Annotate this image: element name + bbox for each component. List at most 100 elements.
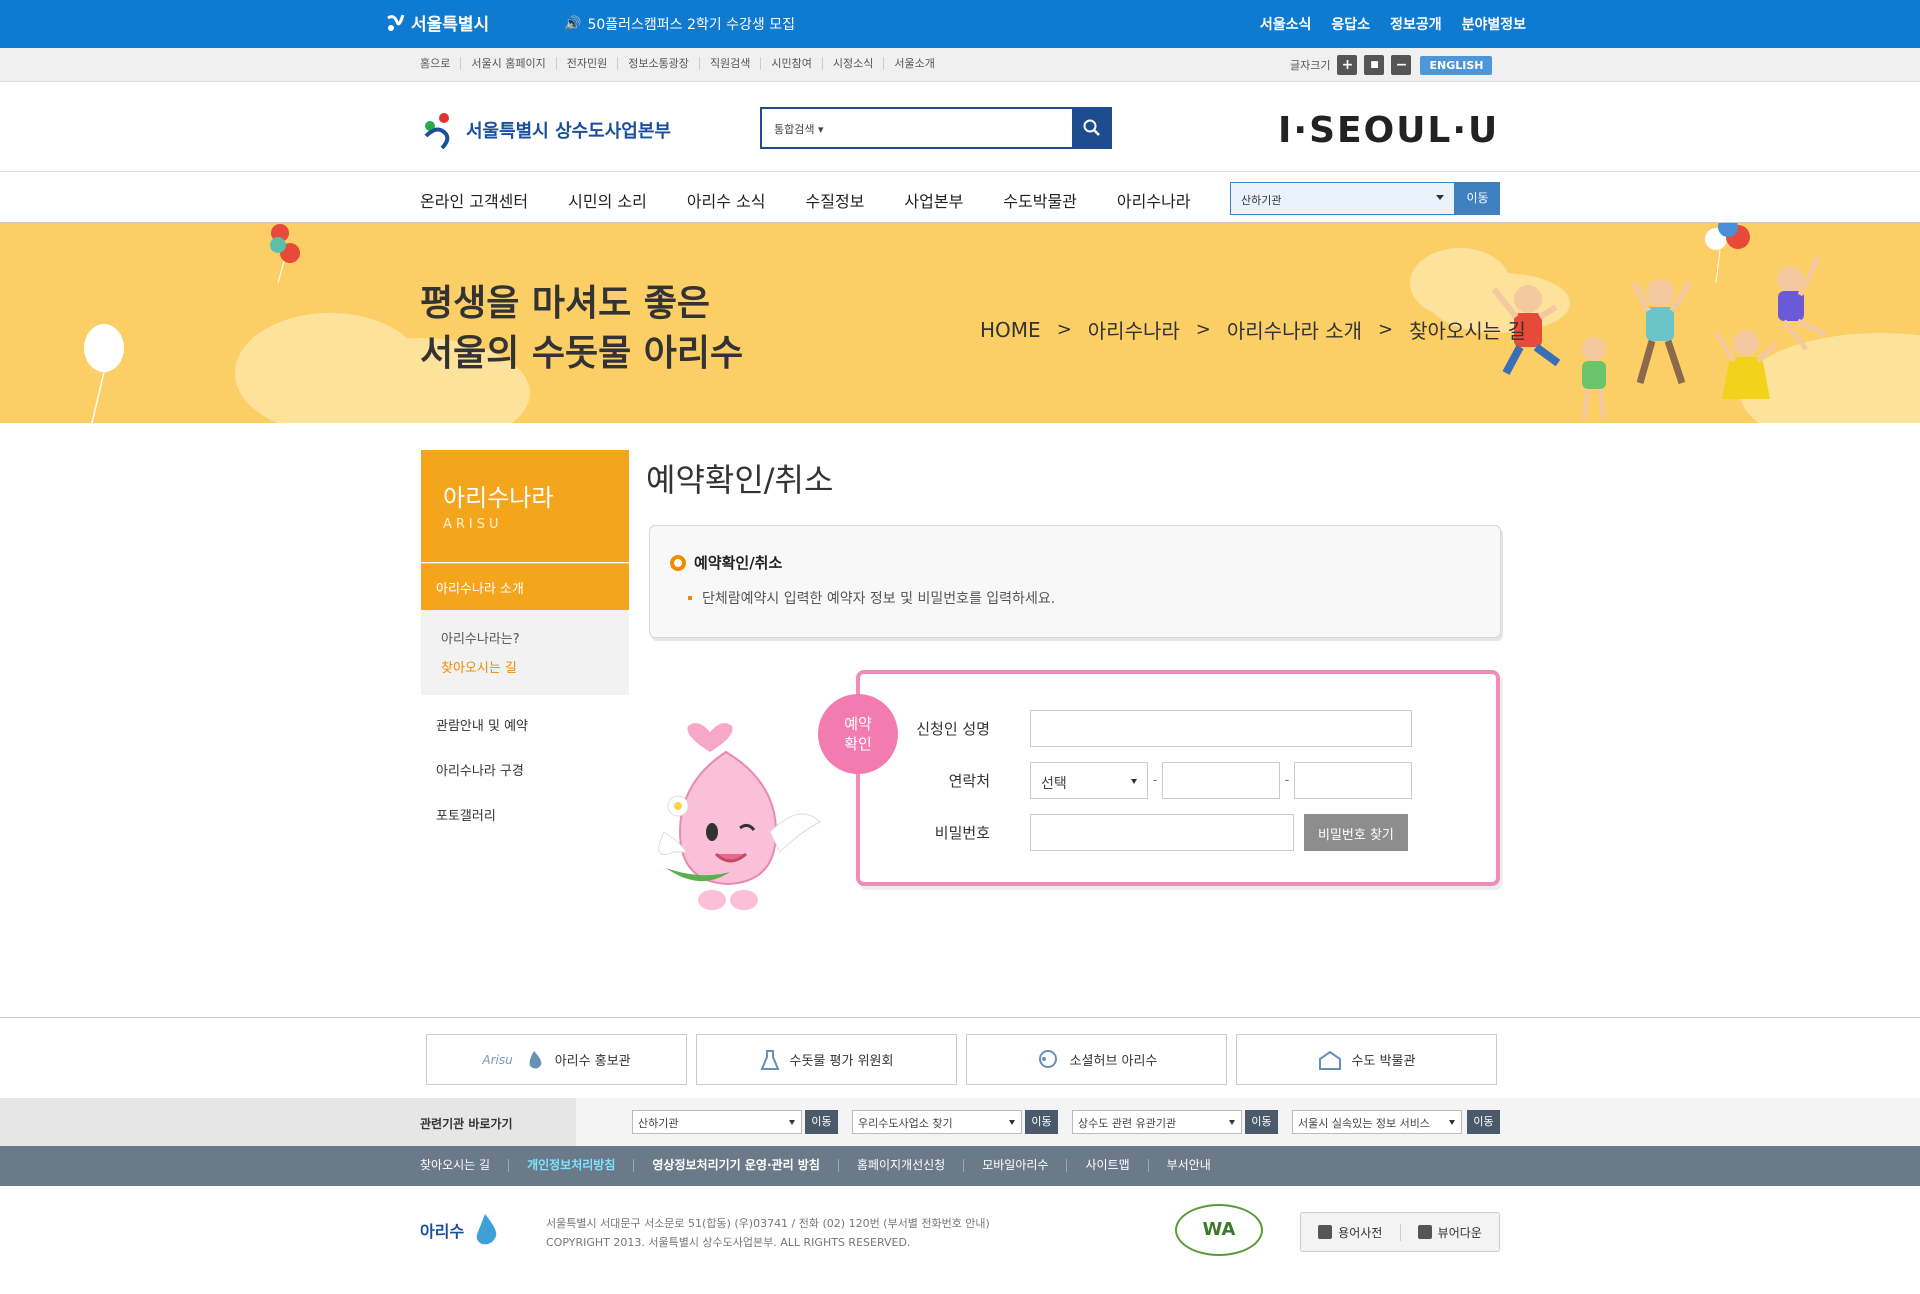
footer-link-sitemap[interactable]: 사이트맵 xyxy=(1066,1159,1147,1172)
footer-link-directions[interactable]: 찾아오시는 길 xyxy=(420,1159,508,1172)
related-go-button[interactable]: 이동 xyxy=(1245,1110,1278,1134)
related-select-agencies[interactable]: 상수도 관련 유관기관 xyxy=(1072,1110,1242,1134)
gnb-item-customer-center[interactable]: 온라인 고객센터 xyxy=(420,188,528,212)
util-link-staff[interactable]: 직원검색 xyxy=(698,57,760,70)
jumping-kid-5 xyxy=(1777,255,1828,351)
footer-banners: Arisu 아리수 홍보관 수돗물 평가 위원회 소셜허브 아리수 수도 박물관 xyxy=(0,1017,1920,1098)
site-title: 서울특별시 상수도사업본부 xyxy=(466,121,671,142)
related-bar-divider xyxy=(540,1098,576,1146)
phone-prefix-select[interactable]: 선택 xyxy=(1030,762,1148,799)
english-button[interactable]: ENGLISH xyxy=(1420,55,1493,75)
util-link-news[interactable]: 시정소식 xyxy=(821,57,883,70)
phone-prefix-value: 선택 xyxy=(1041,776,1067,792)
font-increase-button[interactable]: + xyxy=(1337,55,1358,75)
footer-link-departments[interactable]: 부서안내 xyxy=(1147,1159,1229,1172)
gnb-item-water-quality[interactable]: 수질정보 xyxy=(806,188,865,212)
banner-slogan: 평생을 마셔도 좋은 서울의 수돗물 아리수 xyxy=(420,279,743,379)
banner-arisu-hall[interactable]: Arisu 아리수 홍보관 xyxy=(426,1034,687,1085)
gnb-item-arisu-land[interactable]: 아리수나라 xyxy=(1117,188,1191,212)
top-link-response[interactable]: 응답소 xyxy=(1331,14,1370,34)
top-link-field[interactable]: 분야별정보 xyxy=(1462,14,1526,34)
viewer-download-label: 뷰어다운 xyxy=(1437,1225,1482,1240)
footer-link-cctv[interactable]: 영상정보처리기기 운영·관리 방침 xyxy=(633,1159,837,1172)
affiliate-select[interactable]: 산하기관 xyxy=(1230,182,1455,215)
search-scope-select[interactable]: 통합검색 ▾ xyxy=(762,109,850,147)
related-select-affiliates[interactable]: 산하기관 xyxy=(632,1110,802,1134)
i-seoul-u-logo[interactable]: I·SEOUL·U xyxy=(1278,110,1499,151)
applicant-name-input[interactable] xyxy=(1030,710,1412,747)
glossary-label: 용어사전 xyxy=(1338,1225,1383,1240)
phone-label: 연락처 xyxy=(948,772,990,790)
site-header: 서울특별시 상수도사업본부 통합검색 ▾ I·SEOUL·U xyxy=(0,82,1920,172)
gnb-item-citizen-voice[interactable]: 시민의 소리 xyxy=(568,188,647,212)
footer-link-privacy[interactable]: 개인정보처리방침 xyxy=(508,1159,633,1172)
related-go-button[interactable]: 이동 xyxy=(1025,1110,1058,1134)
search-input[interactable] xyxy=(850,109,1072,147)
chevron-right-icon: > xyxy=(1056,319,1072,340)
find-password-button[interactable]: 비밀번호 찾기 xyxy=(1304,814,1408,851)
banner-illustration xyxy=(84,223,1920,423)
breadcrumb-intro[interactable]: 아리수나라 소개 xyxy=(1227,315,1362,344)
util-link-about[interactable]: 서울소개 xyxy=(883,57,944,70)
top-link-news[interactable]: 서울소식 xyxy=(1260,14,1312,34)
phone-dash: - xyxy=(1284,773,1290,788)
notice-text: 50플러스캠퍼스 2학기 수강생 모집 xyxy=(587,17,795,33)
footer-tools: 용어사전 뷰어다운 xyxy=(1300,1212,1500,1252)
seoul-city-logo-text: 서울특별시 xyxy=(411,15,490,35)
related-go-button[interactable]: 이동 xyxy=(1467,1110,1500,1134)
side-nav-item-guide[interactable]: 관람안내 및 예약 xyxy=(421,695,629,740)
book-icon xyxy=(1318,1225,1333,1239)
top-bar: 서울특별시 🔊 50플러스캠퍼스 2학기 수강생 모집 서울소식 응답소 정보공… xyxy=(0,0,1920,48)
banner-museum[interactable]: 수도 박물관 xyxy=(1236,1034,1497,1085)
notice-ticker[interactable]: 🔊 50플러스캠퍼스 2학기 수강생 모집 xyxy=(564,14,795,34)
related-go-button[interactable]: 이동 xyxy=(805,1110,838,1134)
water-drop-icon xyxy=(529,1050,542,1069)
top-link-info[interactable]: 정보공개 xyxy=(1390,14,1442,34)
glossary-button[interactable]: 용어사전 xyxy=(1301,1224,1400,1241)
util-link-seoul[interactable]: 서울시 홈페이지 xyxy=(460,57,555,70)
phone-middle-input[interactable] xyxy=(1162,762,1280,799)
reservation-check-form: 신청인 성명 연락처 선택 - - 비밀번호 비밀번호 찾기 xyxy=(856,670,1500,886)
font-reset-button[interactable]: ■ xyxy=(1364,55,1385,75)
side-nav-sub-directions[interactable]: 찾아오시는 길 xyxy=(441,657,629,676)
affiliate-go-button[interactable]: 이동 xyxy=(1455,182,1500,215)
seoul-city-logo[interactable]: 서울특별시 xyxy=(385,10,489,35)
web-accessibility-mark: WA xyxy=(1175,1204,1263,1256)
viewer-download-button[interactable]: 뷰어다운 xyxy=(1399,1223,1500,1241)
banner-social-hub[interactable]: 소셜허브 아리수 xyxy=(966,1034,1227,1085)
dropdown-arrow-icon xyxy=(1449,1120,1455,1125)
side-nav-item-intro[interactable]: 아리수나라 소개 xyxy=(421,563,629,610)
gnb-item-arisu-news[interactable]: 아리수 소식 xyxy=(687,188,766,212)
side-nav-sub-about[interactable]: 아리수나라는? xyxy=(441,628,629,647)
side-nav-item-gallery[interactable]: 포토갤러리 xyxy=(421,785,629,830)
chat-bubble-icon xyxy=(1038,1049,1057,1068)
footer-links-bar: 찾아오시는 길 개인정보처리방침 영상정보처리기기 운영·관리 방침 홈페이지개… xyxy=(0,1146,1920,1186)
waterworks-logo-icon xyxy=(424,113,450,150)
search-button[interactable] xyxy=(1072,108,1112,148)
gnb-item-headquarters[interactable]: 사업본부 xyxy=(904,188,963,212)
breadcrumb-arisu-land[interactable]: 아리수나라 xyxy=(1088,315,1180,344)
dropdown-arrow-icon xyxy=(1436,195,1444,200)
top-links: 서울소식 응답소 정보공개 분야별정보 xyxy=(1260,14,1526,34)
font-decrease-button[interactable]: − xyxy=(1391,55,1412,75)
util-link-participation[interactable]: 시민참여 xyxy=(760,57,821,70)
breadcrumb-home[interactable]: HOME xyxy=(980,318,1041,342)
water-drop-icon xyxy=(476,1214,497,1245)
gnb-item-museum[interactable]: 수도박물관 xyxy=(1003,188,1077,212)
related-select-offices[interactable]: 우리수도사업소 찾기 xyxy=(852,1110,1022,1134)
util-link-civil[interactable]: 전자민원 xyxy=(555,57,617,70)
related-sites-title: 관련기관 바로가기 xyxy=(420,1117,513,1131)
password-input[interactable] xyxy=(1030,814,1294,851)
hero-banner: 평생을 마셔도 좋은 서울의 수돗물 아리수 HOME > 아리수나라 > 아리… xyxy=(0,223,1920,423)
banner-evaluation[interactable]: 수돗물 평가 위원회 xyxy=(696,1034,957,1085)
site-logo[interactable]: 서울특별시 상수도사업본부 xyxy=(420,110,671,150)
side-nav-subtitle: ARISU xyxy=(443,517,503,532)
util-link-home[interactable]: 홈으로 xyxy=(420,57,460,70)
breadcrumb-current: 찾아오시는 길 xyxy=(1405,315,1528,346)
side-nav-item-tour[interactable]: 아리수나라 구경 xyxy=(421,740,629,785)
phone-last-input[interactable] xyxy=(1294,762,1412,799)
related-select-services[interactable]: 서울시 실속있는 정보 서비스 xyxy=(1292,1110,1462,1134)
footer-link-improvement[interactable]: 홈페이지개선신청 xyxy=(837,1159,963,1172)
footer-link-mobile[interactable]: 모바일아리수 xyxy=(963,1159,1066,1172)
util-link-info-square[interactable]: 정보소통광장 xyxy=(617,57,699,70)
